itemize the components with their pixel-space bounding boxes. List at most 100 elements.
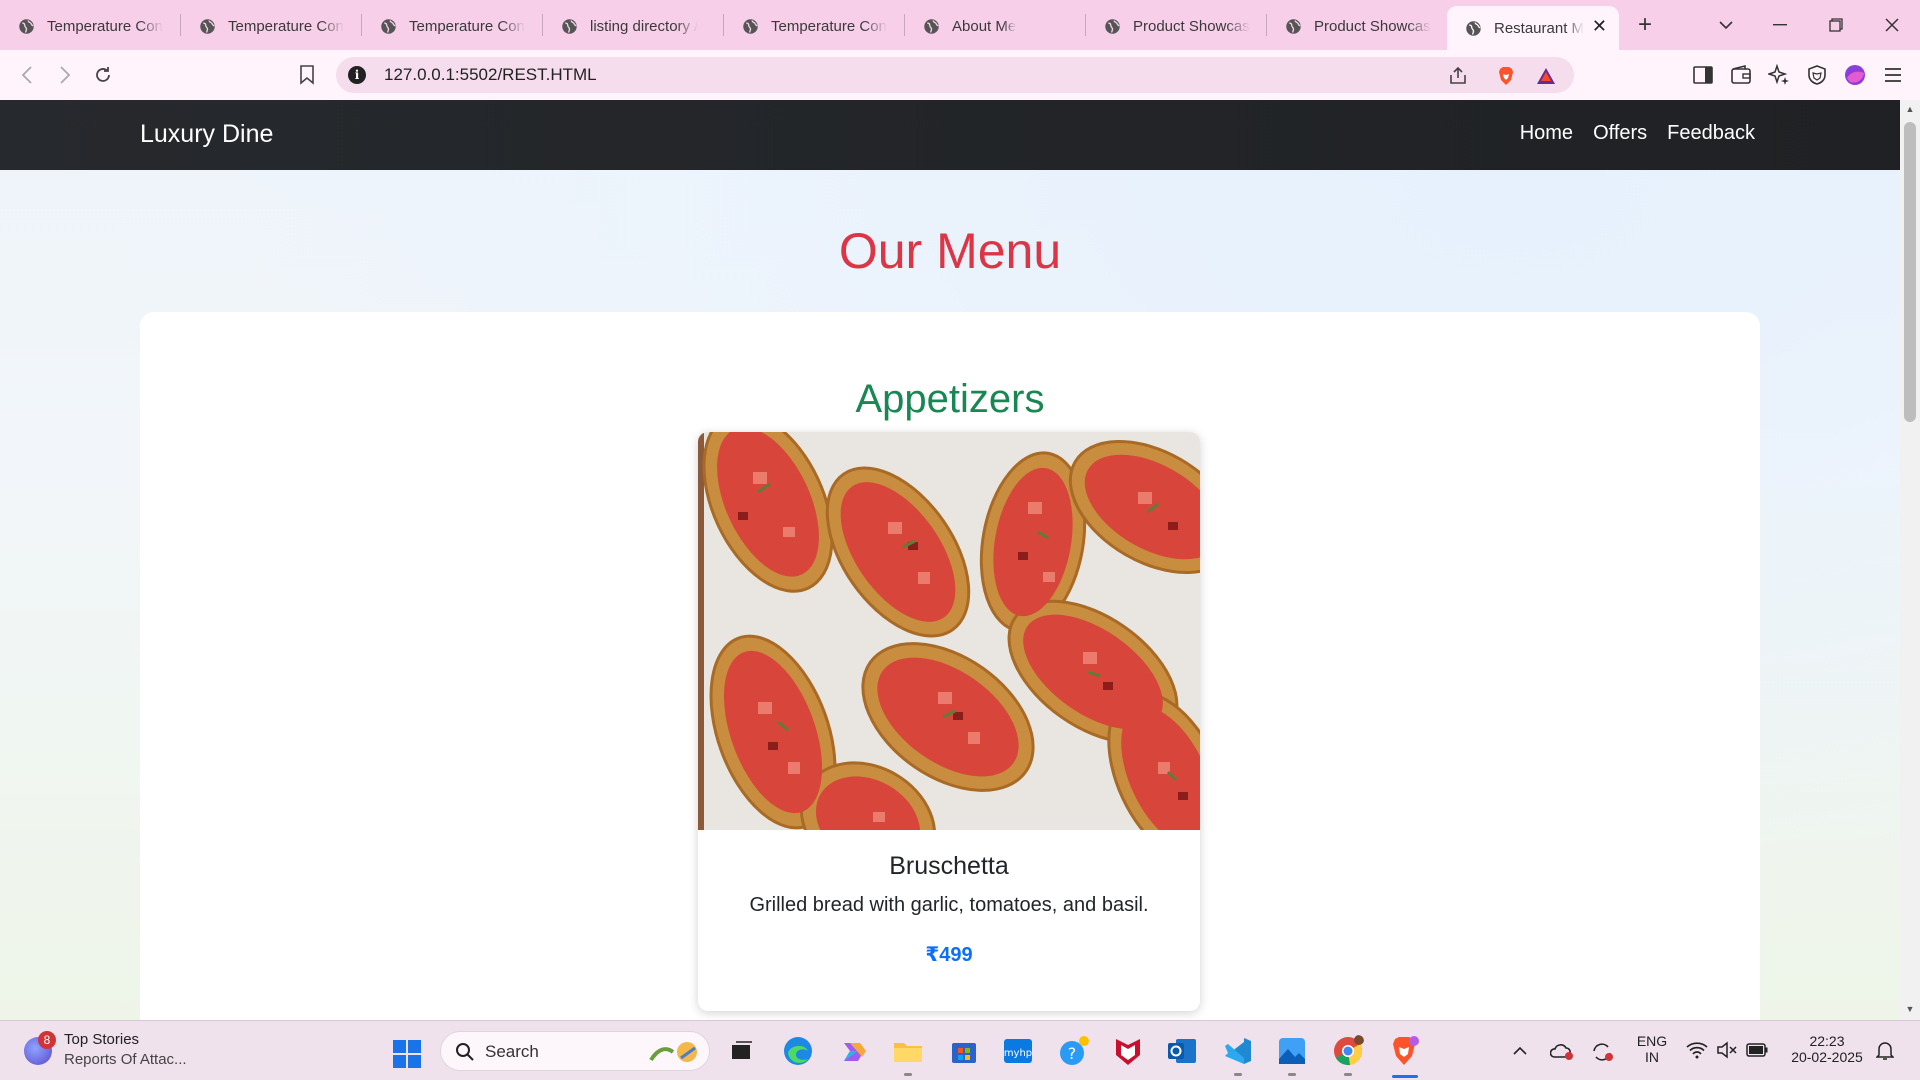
section-title: Appetizers: [855, 377, 1045, 421]
browser-tab[interactable]: Temperature Con: [724, 6, 904, 46]
language-indicator[interactable]: ENG IN: [1632, 1033, 1672, 1065]
reload-button[interactable]: [90, 62, 116, 88]
browser-tab-active[interactable]: Restaurant M ✕: [1447, 6, 1619, 50]
browser-tab[interactable]: listing directory /: [543, 6, 723, 46]
file-explorer-icon[interactable]: [892, 1035, 924, 1067]
browser-toolbar: i 127.0.0.1:5502/REST.HTML: [0, 50, 1920, 100]
photos-icon[interactable]: [1276, 1035, 1308, 1067]
outlook-icon[interactable]: [1166, 1035, 1198, 1067]
globe-icon: [200, 18, 215, 34]
wallet-icon[interactable]: [1730, 64, 1752, 86]
globe-icon: [743, 18, 758, 34]
microsoft-store-icon[interactable]: [948, 1035, 980, 1067]
clock-date: 20-02-2025: [1791, 1049, 1863, 1065]
browser-tab[interactable]: Temperature Con: [0, 6, 180, 46]
nav-link-feedback[interactable]: Feedback: [1667, 122, 1755, 145]
tab-label: About Me: [952, 17, 1017, 35]
brave-shields-icon[interactable]: [1496, 66, 1516, 86]
tab-label: Temperature Con: [228, 17, 344, 35]
news-title: Top Stories: [64, 1031, 140, 1048]
brave-rewards-icon[interactable]: [1536, 66, 1556, 86]
myhp-icon[interactable]: myhp: [1002, 1035, 1034, 1067]
browser-tab[interactable]: Temperature Con: [181, 6, 361, 46]
tab-label: Temperature Con: [771, 17, 887, 35]
browser-tab-strip: Temperature Con Temperature Con Temperat…: [0, 0, 1920, 50]
language-code: ENG: [1636, 1033, 1668, 1049]
taskbar-search-label: Search: [485, 1042, 539, 1061]
site-info-icon[interactable]: i: [348, 66, 366, 84]
windows-taskbar: 8 Top Stories Reports Of Attac... Search…: [0, 1020, 1920, 1080]
region-code: IN: [1645, 1049, 1659, 1065]
edge-browser-icon[interactable]: [782, 1035, 814, 1067]
globe-icon: [924, 18, 939, 34]
search-highlight-icon: [649, 1042, 697, 1062]
tab-label: Product Showcas: [1314, 17, 1431, 35]
volume-muted-icon[interactable]: [1716, 1041, 1738, 1059]
globe-icon: [19, 18, 34, 34]
leo-ai-icon[interactable]: [1768, 64, 1790, 86]
tab-label: listing directory /: [590, 17, 699, 35]
forward-button[interactable]: [52, 62, 78, 88]
scroll-down-arrow-icon[interactable]: ▼: [1905, 1004, 1915, 1014]
address-bar[interactable]: i 127.0.0.1:5502/REST.HTML: [336, 57, 1574, 93]
page-title: Our Menu: [838, 223, 1062, 279]
bookmark-icon[interactable]: [294, 62, 320, 88]
menu-item-card: Bruschetta Grilled bread with garlic, to…: [698, 432, 1200, 1011]
close-window-button[interactable]: [1864, 0, 1920, 50]
battery-icon[interactable]: [1746, 1043, 1768, 1057]
browser-tab[interactable]: Product Showcas: [1086, 6, 1266, 46]
vpn-shield-icon[interactable]: [1806, 64, 1828, 86]
copilot-icon[interactable]: [838, 1035, 870, 1067]
clock[interactable]: 22:23 20-02-2025: [1782, 1033, 1872, 1065]
tab-search-chevron-icon[interactable]: [1698, 0, 1754, 50]
wifi-icon[interactable]: [1686, 1041, 1708, 1059]
chrome-icon[interactable]: [1332, 1035, 1364, 1067]
restore-button[interactable]: [1808, 0, 1864, 50]
news-badge: 8: [38, 1031, 56, 1049]
taskbar-search[interactable]: Search: [440, 1031, 710, 1071]
mcafee-icon[interactable]: [1112, 1035, 1144, 1067]
task-view-icon[interactable]: [726, 1035, 758, 1067]
windows-start-icon[interactable]: [392, 1039, 422, 1069]
vscode-icon[interactable]: [1222, 1035, 1254, 1067]
page-viewport: Luxury Dine Home Offers Feedback Our Men…: [0, 100, 1900, 1020]
menu-panel: Appetizers Bruschetta Grilled bread with…: [140, 312, 1760, 1020]
new-tab-button[interactable]: +: [1625, 5, 1665, 45]
onedrive-error-icon[interactable]: [1550, 1041, 1574, 1061]
browser-tab[interactable]: Temperature Con: [362, 6, 542, 46]
navbar-links: Home Offers Feedback: [1520, 122, 1755, 145]
navbar-brand[interactable]: Luxury Dine: [140, 120, 273, 149]
back-button[interactable]: [14, 62, 40, 88]
scroll-up-arrow-icon[interactable]: ▲: [1905, 104, 1915, 114]
nav-link-offers[interactable]: Offers: [1593, 122, 1647, 145]
scrollbar-thumb[interactable]: [1904, 122, 1916, 422]
help-icon[interactable]: ?: [1058, 1035, 1090, 1067]
site-navbar: Luxury Dine Home Offers Feedback: [0, 100, 1900, 170]
bruschetta-photo: [698, 432, 1200, 830]
sidebar-icon[interactable]: [1692, 64, 1714, 86]
url-text: 127.0.0.1:5502/REST.HTML: [384, 65, 597, 84]
brave-browser-icon[interactable]: [1388, 1035, 1420, 1067]
chevron-up-icon[interactable]: [1512, 1043, 1528, 1059]
menu-hamburger-icon[interactable]: [1882, 64, 1904, 86]
browser-tab[interactable]: Product Showcas: [1267, 6, 1447, 46]
news-widget[interactable]: 8 Top Stories Reports Of Attac...: [20, 1029, 220, 1073]
browser-tab[interactable]: About Me: [905, 6, 1085, 46]
profile-avatar-icon[interactable]: [1844, 64, 1866, 86]
nav-link-home[interactable]: Home: [1520, 122, 1573, 145]
sync-icon[interactable]: [1590, 1041, 1614, 1063]
minimize-button[interactable]: [1752, 0, 1808, 50]
share-icon[interactable]: [1448, 66, 1468, 86]
menu-item-description: Grilled bread with garlic, tomatoes, and…: [749, 894, 1149, 916]
running-indicator: [1234, 1073, 1242, 1076]
page-scrollbar[interactable]: ▲ ▼: [1900, 100, 1920, 1020]
globe-icon: [381, 18, 396, 34]
close-tab-icon[interactable]: ✕: [1592, 17, 1607, 35]
tab-label: Temperature Con: [409, 17, 525, 35]
globe-icon: [1286, 18, 1301, 34]
notification-bell-icon[interactable]: [1876, 1041, 1894, 1061]
menu-item-name: Bruschetta: [889, 852, 1009, 880]
running-indicator: [1344, 1073, 1352, 1076]
svg-text:?: ?: [1068, 1044, 1077, 1063]
running-indicator: [1288, 1073, 1296, 1076]
